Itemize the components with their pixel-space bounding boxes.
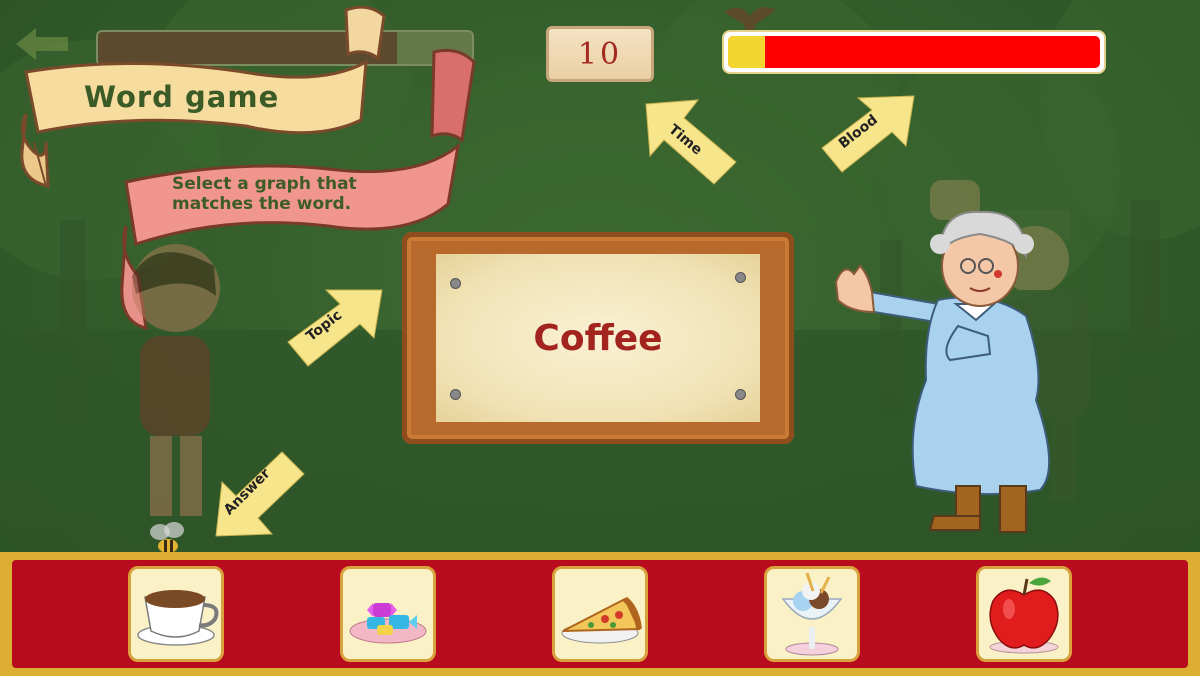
arrow-up-right-icon (287, 289, 383, 367)
answer-option-candy[interactable] (340, 566, 436, 662)
instruction-text: Select a graph that matches the word. (172, 174, 357, 214)
word-sign-board: Coffee (402, 232, 794, 444)
ice-cream-sundae-icon (781, 572, 843, 656)
candy-icon (349, 603, 427, 644)
answer-option-pizza[interactable] (552, 566, 648, 662)
answer-option-apple[interactable] (976, 566, 1072, 662)
game-scene: 10 Word game Select a graph that matches… (0, 0, 1200, 676)
word-sign-panel: Coffee (436, 254, 760, 422)
apple-icon (989, 577, 1059, 654)
timer-value: 10 (577, 36, 623, 72)
arrow-down-left-icon (215, 451, 305, 537)
pizza-slice-icon (561, 596, 642, 644)
grandma-character (834, 210, 1050, 533)
answer-hint-arrow: Answer (212, 448, 308, 540)
blood-health-bar (722, 30, 1106, 74)
coffee-cup-icon (137, 590, 219, 646)
target-word: Coffee (533, 317, 663, 359)
topic-hint-arrow: Topic (286, 286, 386, 370)
answer-option-coffee[interactable] (128, 566, 224, 662)
timer-display: 10 (546, 26, 654, 82)
time-hint-arrow: Time (640, 96, 740, 188)
answer-option-ice-cream[interactable] (764, 566, 860, 662)
blood-remaining-fill (728, 36, 766, 68)
blood-hint-arrow: Blood (820, 90, 920, 176)
